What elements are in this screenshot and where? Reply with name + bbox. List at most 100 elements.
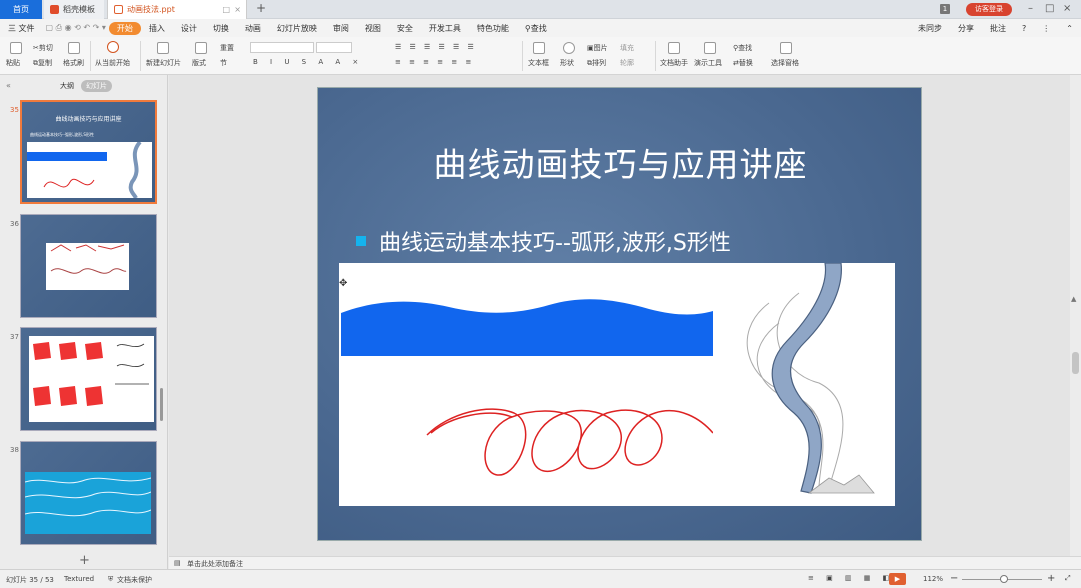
menu-search[interactable]: ⚲查找 (517, 23, 555, 34)
close-icon[interactable]: × (1063, 3, 1071, 14)
shape-button[interactable]: 形状 (560, 58, 574, 68)
menu-design[interactable]: 设计 (173, 23, 205, 34)
tab-pin-icon[interactable]: □ (222, 5, 230, 14)
menu-insert[interactable]: 插入 (141, 23, 173, 34)
paragraph-buttons[interactable]: ☰ ☰ ☰ ☰ ☰ ☰ (395, 43, 477, 51)
shape-icon[interactable] (563, 42, 575, 54)
collapse-ribbon-icon[interactable]: ⌃ (1058, 24, 1081, 33)
find-button[interactable]: ⚲查找 (733, 43, 752, 53)
thumb-image (27, 142, 152, 198)
doc-assistant-icon[interactable] (668, 42, 680, 54)
tab-outline[interactable]: 大纲 (60, 81, 74, 91)
play-icon[interactable] (107, 41, 119, 53)
help-icon[interactable]: ? (1014, 24, 1034, 33)
select-pane-icon[interactable] (780, 42, 792, 54)
menu-file[interactable]: 三 文件 (0, 23, 43, 34)
share-button[interactable]: 分享 (950, 23, 982, 34)
view-buttons[interactable]: ≡ ▣ ▥ ▦ ◧ (808, 574, 894, 582)
slide-title[interactable]: 曲线动画技巧与应用讲座 (318, 138, 923, 186)
menu-animation[interactable]: 动画 (237, 23, 269, 34)
align-buttons[interactable]: ≡ ≡ ≡ ≡ ≡ ≡ (395, 58, 474, 66)
zoom-out-icon[interactable]: − (950, 573, 958, 584)
menu-view[interactable]: 视图 (357, 23, 389, 34)
slide-canvas[interactable]: 曲线动画技巧与应用讲座 曲线运动基本技巧--弧形,波形,S形性 ✥ (317, 87, 922, 541)
picture-button[interactable]: ▣图片 (587, 43, 608, 53)
notes-bar[interactable]: ▤ 单击此处添加备注 (169, 556, 1081, 569)
present-tool-icon[interactable] (704, 42, 716, 54)
tab-docer[interactable]: 稻壳模板 (44, 0, 104, 19)
fit-window-icon[interactable]: ⤢ (1065, 574, 1071, 583)
editor-scrollbar[interactable]: ▲ (1070, 75, 1081, 556)
status-bar: 幻灯片 35 / 53 Textured ⛨ 文档未保护 ≡ ▣ ▥ ▦ ◧ ▶… (0, 569, 1081, 588)
menu-security[interactable]: 安全 (389, 23, 421, 34)
section-button[interactable]: 节 (220, 58, 227, 68)
slide-picture[interactable] (339, 263, 895, 506)
doc-assistant-button[interactable]: 文档助手 (660, 58, 688, 68)
menu-home[interactable]: 开始 (108, 21, 141, 35)
doc-protect-status[interactable]: 文档未保护 (117, 575, 152, 585)
font-name-field[interactable] (250, 42, 314, 53)
tab-slides[interactable]: 幻灯片 (81, 80, 112, 92)
menu-special[interactable]: 特色功能 (469, 23, 517, 34)
maximize-icon[interactable]: □ (1045, 3, 1054, 14)
arrange-button[interactable]: ⧉排列 (587, 58, 606, 68)
new-tab-icon[interactable]: + (256, 1, 266, 15)
slide-thumbnail-panel: « 大纲 幻灯片 35 曲线动画技巧与应用讲座 曲线运动基本技巧--弧形,波形,… (0, 75, 168, 569)
menu-developer[interactable]: 开发工具 (421, 23, 469, 34)
outline-button[interactable]: 轮廓 (620, 58, 634, 68)
curve-illustration (341, 263, 875, 506)
zoom-value[interactable]: 112% (923, 575, 943, 583)
tab-document-label: 动画技法.ppt (127, 5, 175, 14)
quick-access-icons[interactable]: ▢ ⎙ ◉ ⟲ ↶ ↷ ▾ (43, 23, 109, 33)
textbox-icon[interactable] (533, 42, 545, 54)
ribbon-divider (90, 41, 91, 71)
login-button[interactable]: 访客登录 (966, 3, 1012, 16)
slide-thumbnail-37[interactable] (20, 327, 157, 431)
collapse-panel-icon[interactable]: « (6, 81, 11, 90)
slide-thumbnail-36[interactable] (20, 214, 157, 318)
more-icon[interactable]: ⋮ (1034, 24, 1058, 33)
slide-thumbnail-38[interactable] (20, 441, 157, 545)
add-slide-button[interactable]: + (79, 553, 90, 568)
present-tool-button[interactable]: 演示工具 (694, 58, 722, 68)
menu-slideshow[interactable]: 幻灯片放映 (269, 23, 325, 34)
scroll-thumb[interactable] (1072, 352, 1079, 374)
font-format-buttons[interactable]: B I U S A A × (253, 58, 363, 66)
tab-home[interactable]: 首页 (0, 0, 42, 19)
select-pane-button[interactable]: 选择窗格 (771, 58, 799, 68)
play-slideshow-button[interactable]: ▶ (889, 573, 906, 585)
reset-button[interactable]: 重置 (220, 43, 234, 53)
tab-close-icon[interactable]: × (234, 5, 241, 14)
paste-button[interactable]: 粘贴 (6, 58, 20, 68)
panel-scrollbar[interactable] (160, 388, 163, 421)
new-slide-icon[interactable] (157, 42, 169, 54)
menu-transition[interactable]: 切换 (205, 23, 237, 34)
layout-icon[interactable] (195, 42, 207, 54)
textbox-button[interactable]: 文本框 (528, 58, 549, 68)
from-current-button[interactable]: 从当前开始 (95, 58, 130, 68)
new-slide-button[interactable]: 新建幻灯片 (146, 58, 181, 68)
copy-button[interactable]: ⧉复制 (33, 58, 52, 68)
scroll-up-icon[interactable]: ▲ (1071, 295, 1076, 303)
cut-button[interactable]: ✂剪切 (33, 43, 53, 53)
tab-document[interactable]: 动画技法.ppt □ × (107, 0, 247, 19)
fill-button[interactable]: 填充 (620, 43, 634, 53)
layout-button[interactable]: 版式 (192, 58, 206, 68)
format-painter-button[interactable]: 格式刷 (63, 58, 84, 68)
slide-thumbnail-35[interactable]: 曲线动画技巧与应用讲座 曲线运动基本技巧--弧形,波形,S形性 (20, 100, 157, 204)
format-painter-icon[interactable] (68, 42, 80, 54)
comment-button[interactable]: 批注 (982, 23, 1014, 34)
zoom-in-icon[interactable]: + (1047, 573, 1055, 584)
menu-review[interactable]: 审阅 (325, 23, 357, 34)
slide-number: 36 (10, 220, 19, 228)
paste-icon[interactable] (10, 42, 22, 54)
sync-status[interactable]: 未同步 (910, 23, 950, 34)
tab-home-label: 首页 (13, 5, 29, 14)
notes-placeholder[interactable]: 单击此处添加备注 (187, 559, 243, 569)
zoom-slider-thumb[interactable] (1000, 575, 1008, 583)
theme-name: Textured (64, 575, 95, 583)
slide-bullet-text[interactable]: 曲线运动基本技巧--弧形,波形,S形性 (379, 225, 731, 257)
replace-button[interactable]: ⇄替换 (733, 58, 753, 68)
font-size-field[interactable] (316, 42, 352, 53)
minimize-icon[interactable]: – (1028, 3, 1033, 14)
